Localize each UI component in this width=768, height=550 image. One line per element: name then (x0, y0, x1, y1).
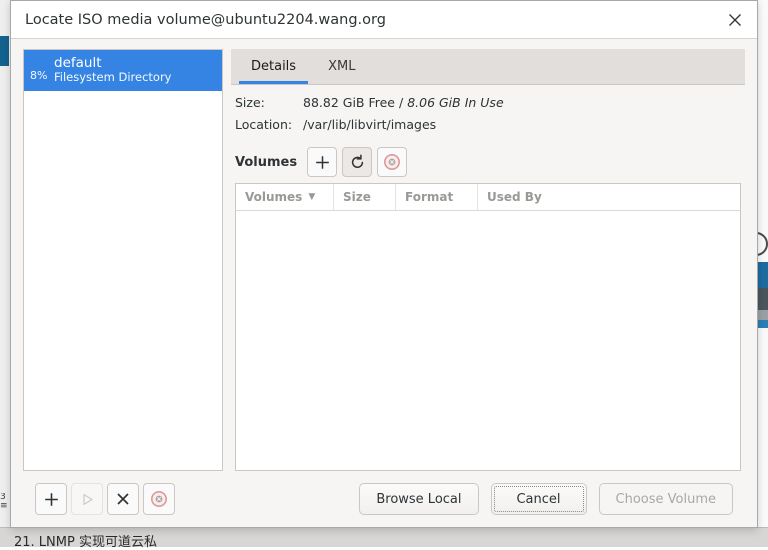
add-pool-button[interactable] (35, 483, 67, 515)
pool-name: default (54, 55, 171, 71)
details-content: Size: 88.82 GiB Free / 8.06 GiB In Use L… (231, 85, 745, 471)
background-taskbar: 21. LNMP 实现可道云私 (0, 527, 768, 547)
cancel-button[interactable]: Cancel (491, 483, 587, 515)
delete-circle-icon (150, 490, 168, 508)
location-row: Location: /var/lib/libvirt/images (235, 117, 741, 133)
play-icon (80, 492, 95, 507)
add-volume-button[interactable] (307, 147, 337, 177)
volumes-table-header: Volumes ▼ Size Format Used By (236, 184, 740, 211)
size-label: Size: (235, 95, 303, 111)
plus-icon (43, 491, 60, 508)
pool-type: Filesystem Directory (54, 71, 171, 85)
pool-action-buttons (35, 483, 179, 515)
column-header-format-label: Format (405, 190, 453, 204)
column-header-volumes[interactable]: Volumes ▼ (236, 184, 334, 210)
background-taskbar-label: 21. LNMP 实现可道云私 (14, 531, 254, 550)
delete-circle-icon (383, 153, 401, 171)
volumes-section-label: Volumes (235, 155, 297, 170)
background-left-accent (0, 36, 9, 66)
dialog-action-buttons: Browse Local Cancel Choose Volume (347, 483, 733, 515)
column-header-size-label: Size (343, 190, 371, 204)
refresh-icon (349, 154, 366, 171)
dialog-footer: Browse Local Cancel Choose Volume (23, 471, 745, 527)
dialog-panes: 8% default Filesystem Directory Details … (23, 49, 745, 471)
window-title: Locate ISO media volume@ubuntu2204.wang.… (25, 12, 713, 28)
column-header-used-by[interactable]: Used By (478, 184, 740, 210)
location-value: /var/lib/libvirt/images (303, 117, 436, 133)
volumes-toolbar: Volumes (235, 147, 741, 177)
sort-descending-icon: ▼ (308, 192, 315, 202)
locate-iso-media-dialog: Locate ISO media volume@ubuntu2204.wang.… (10, 0, 758, 528)
refresh-volumes-button[interactable] (342, 147, 372, 177)
dialog-titlebar: Locate ISO media volume@ubuntu2204.wang.… (11, 1, 757, 39)
location-label: Location: (235, 117, 303, 133)
size-value: 88.82 GiB Free / 8.06 GiB In Use (303, 95, 504, 111)
delete-volume-button[interactable] (377, 147, 407, 177)
storage-pool-list[interactable]: 8% default Filesystem Directory (23, 49, 223, 471)
stop-pool-button[interactable] (107, 483, 139, 515)
volumes-table[interactable]: Volumes ▼ Size Format Used By (235, 183, 741, 471)
volumes-table-body[interactable] (236, 211, 740, 470)
column-header-size[interactable]: Size (334, 184, 396, 210)
close-icon[interactable] (713, 1, 757, 38)
start-pool-button (71, 483, 103, 515)
stop-x-icon (115, 491, 131, 507)
pool-usage-percent: 8% (30, 69, 54, 85)
details-tabbar: Details XML (231, 49, 745, 85)
size-in-use-value: 8.06 GiB In Use (407, 95, 503, 110)
details-panel: Details XML Size: 88.82 GiB Free / 8.06 … (231, 49, 745, 471)
column-header-volumes-label: Volumes (245, 190, 302, 204)
delete-pool-button[interactable] (143, 483, 175, 515)
column-header-format[interactable]: Format (396, 184, 478, 210)
choose-volume-button: Choose Volume (599, 483, 733, 515)
dialog-body: 8% default Filesystem Directory Details … (11, 39, 757, 527)
column-header-used-by-label: Used By (487, 190, 542, 204)
size-free-value: 88.82 GiB Free (303, 95, 395, 110)
pool-list-item-default[interactable]: 8% default Filesystem Directory (24, 50, 222, 91)
plus-icon (314, 154, 331, 171)
background-left-text: 3 ≡ (0, 493, 9, 519)
size-separator: / (399, 95, 403, 110)
tab-xml[interactable]: XML (312, 49, 371, 84)
size-row: Size: 88.82 GiB Free / 8.06 GiB In Use (235, 95, 741, 111)
tab-details[interactable]: Details (235, 49, 312, 84)
browse-local-button[interactable]: Browse Local (359, 483, 478, 515)
